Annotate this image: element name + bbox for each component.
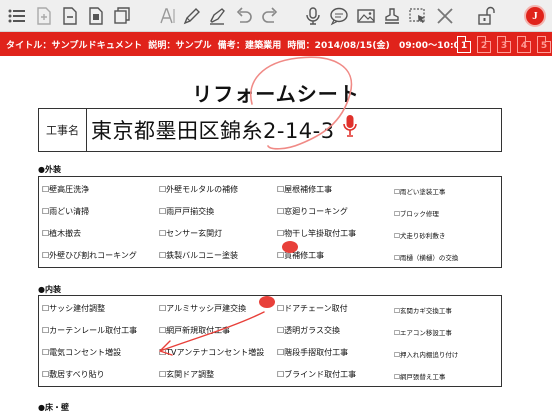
speech-bubble-icon[interactable] — [328, 4, 350, 28]
microphone-icon[interactable] — [302, 4, 324, 28]
section-exterior-checklist: ☐壁高圧洗浄 ☐外壁モルタルの補修 ☐屋根補修工事 ☐雨どい塗装工事 ☐雨どい清… — [38, 176, 502, 268]
unlock-icon[interactable] — [475, 4, 497, 28]
checklist-row: ☐外壁ひび割れコーキング ☐鉄製バルコニー塗装 ☐貫補修工事 ☐雨樋（横樋）の交… — [39, 246, 501, 266]
section-exterior-label: ●外装 — [38, 165, 61, 174]
checklist-item[interactable]: ☐エアコン移設工事 — [394, 327, 452, 337]
checklist-item[interactable]: ☐貫補修工事 — [277, 250, 324, 261]
info-title: タイトル：サンプルドキュメント — [6, 41, 143, 51]
page-tab-3[interactable]: 3 — [497, 36, 511, 53]
checklist-item[interactable]: ☐網戸張替え工事 — [394, 371, 445, 381]
checklist-item[interactable]: ☐ブラインド取付工事 — [277, 369, 356, 380]
page-tab-label: 3 — [500, 41, 508, 51]
checklist-item[interactable]: ☐玄関カギ交換工事 — [394, 305, 452, 315]
checklist-item[interactable]: ☐物干し竿掛取付工事 — [277, 228, 356, 239]
checklist-item[interactable]: ☐玄関ドア調整 — [159, 369, 214, 380]
checklist-item[interactable]: ☐外壁モルタルの補修 — [159, 184, 238, 195]
document-info-bar: タイトル：サンプルドキュメント 説明：サンプル 備考：建築業用 時間：2014/08/… — [0, 32, 552, 56]
checklist-item[interactable]: ☐鉄製バルコニー塗装 — [159, 250, 238, 261]
checklist-item[interactable]: ☐階段手摺取付工事 — [277, 347, 348, 358]
image-icon[interactable] — [355, 4, 377, 28]
checklist-item[interactable]: ☐壁高圧洗浄 — [42, 184, 89, 195]
page-tab-2[interactable]: 2 — [477, 36, 491, 53]
checklist-item[interactable]: ☐屋根補修工事 — [277, 184, 332, 195]
highlighter-icon[interactable] — [206, 4, 228, 28]
checklist-item[interactable]: ☐ドアチェーン取付 — [277, 303, 348, 314]
checklist-item[interactable]: ☐外壁ひび割れコーキング — [42, 250, 137, 261]
document-title: リフォームシート — [192, 82, 360, 106]
selection-icon[interactable] — [407, 4, 429, 28]
section-interior-checklist: ☐サッシ建付調整 ☐アルミサッシ戸建交換 ☐ドアチェーン取付 ☐玄関カギ交換工事… — [38, 295, 502, 387]
checklist-row: ☐壁高圧洗浄 ☐外壁モルタルの補修 ☐屋根補修工事 ☐雨どい塗装工事 — [39, 180, 501, 200]
checklist-item[interactable]: ☐雨どい清掃 — [42, 206, 89, 217]
checklist-item[interactable]: ☐雨樋（横樋）の交換 — [394, 252, 458, 262]
checklist-item[interactable]: ☐窓廻りコーキング — [277, 206, 348, 217]
page-icon[interactable] — [59, 4, 81, 28]
checklist-row: ☐敷居すべり貼り ☐玄関ドア調整 ☐ブラインド取付工事 ☐網戸張替え工事 — [39, 365, 501, 385]
toolbar: J — [0, 0, 552, 32]
close-icon[interactable] — [434, 4, 456, 28]
checklist-item[interactable]: ☐アルミサッシ戸建交換 — [159, 303, 246, 314]
checklist-item[interactable]: ☐電気コンセント増設 — [42, 347, 121, 358]
site-name-value[interactable]: 東京都墨田区錦糸2-14-3 — [87, 109, 501, 151]
checklist-item[interactable]: ☐敷居すべり貼り — [42, 369, 105, 380]
checklist-row: ☐カーテンレール取付工事 ☐網戸新規取付工事 ☐透明ガラス交換 ☐エアコン移設工… — [39, 321, 501, 341]
voice-input-microphone-icon[interactable] — [342, 114, 358, 140]
checklist-item[interactable]: ☐網戸新規取付工事 — [159, 325, 230, 336]
section-floor-wall-label: ●床・壁 — [38, 403, 69, 412]
page-tab-label: 2 — [480, 41, 488, 51]
checklist-item[interactable]: ☐TVアンテナコンセント増設 — [159, 347, 264, 358]
checklist-item[interactable]: ☐ブロック修理 — [394, 208, 439, 218]
checklist-item[interactable]: ☐犬走り砂利敷き — [394, 230, 445, 240]
undo-icon[interactable] — [233, 4, 255, 28]
document-info-text: タイトル：サンプルドキュメント 説明：サンプル 備考：建築業用 時間：2014/08/… — [6, 38, 472, 51]
info-notes: 備考：建築業用 — [217, 41, 282, 51]
checklist-item[interactable]: ☐サッシ建付調整 — [42, 303, 105, 314]
site-name-field[interactable]: 工事名 東京都墨田区錦糸2-14-3 — [38, 108, 502, 152]
checklist-row: ☐サッシ建付調整 ☐アルミサッシ戸建交換 ☐ドアチェーン取付 ☐玄関カギ交換工事 — [39, 299, 501, 319]
checklist-item[interactable]: ☐雨どい塗装工事 — [394, 186, 445, 196]
checklist-row: ☐植木撤去 ☐センサー玄関灯 ☐物干し竿掛取付工事 ☐犬走り砂利敷き — [39, 224, 501, 244]
checklist-row: ☐雨どい清掃 ☐雨戸戸揃交換 ☐窓廻りコーキング ☐ブロック修理 — [39, 202, 501, 222]
app-logo-letter: J — [532, 10, 538, 22]
info-description: 説明：サンプル — [148, 41, 212, 51]
info-time: 時間：2014/08/15(金) 09:00〜10:00 — [287, 41, 467, 51]
page-tab-label: 5 — [540, 41, 548, 51]
checklist-item[interactable]: ☐カーテンレール取付工事 — [42, 325, 137, 336]
site-name-label: 工事名 — [39, 109, 87, 151]
checklist-item[interactable]: ☐透明ガラス交換 — [277, 325, 340, 336]
checklist-item[interactable]: ☐雨戸戸揃交換 — [159, 206, 214, 217]
app-logo-icon[interactable]: J — [524, 5, 546, 27]
checklist-item[interactable]: ☐センサー玄関灯 — [159, 228, 222, 239]
pen-icon[interactable] — [181, 4, 203, 28]
duplicate-icon[interactable] — [111, 4, 133, 28]
checklist-item[interactable]: ☐押入れ内棚追り付け — [394, 349, 458, 359]
template-page-icon[interactable] — [85, 4, 107, 28]
page-tab-4[interactable]: 4 — [517, 36, 531, 53]
list-icon[interactable] — [6, 4, 28, 28]
add-page-icon[interactable] — [33, 4, 55, 28]
checklist-row: ☐電気コンセント増設 ☐TVアンテナコンセント増設 ☐階段手摺取付工事 ☐押入れ… — [39, 343, 501, 363]
page-tab-5[interactable]: 5 — [537, 36, 551, 53]
checklist-item[interactable]: ☐植木撤去 — [42, 228, 81, 239]
page-tab-1[interactable]: 1 — [457, 36, 471, 53]
page-tab-label: 1 — [460, 41, 468, 51]
redo-icon[interactable] — [259, 4, 281, 28]
stamp-icon[interactable] — [381, 4, 403, 28]
section-interior-label: ●内装 — [38, 285, 61, 294]
text-icon[interactable] — [156, 4, 178, 28]
page-tab-label: 4 — [520, 41, 528, 51]
